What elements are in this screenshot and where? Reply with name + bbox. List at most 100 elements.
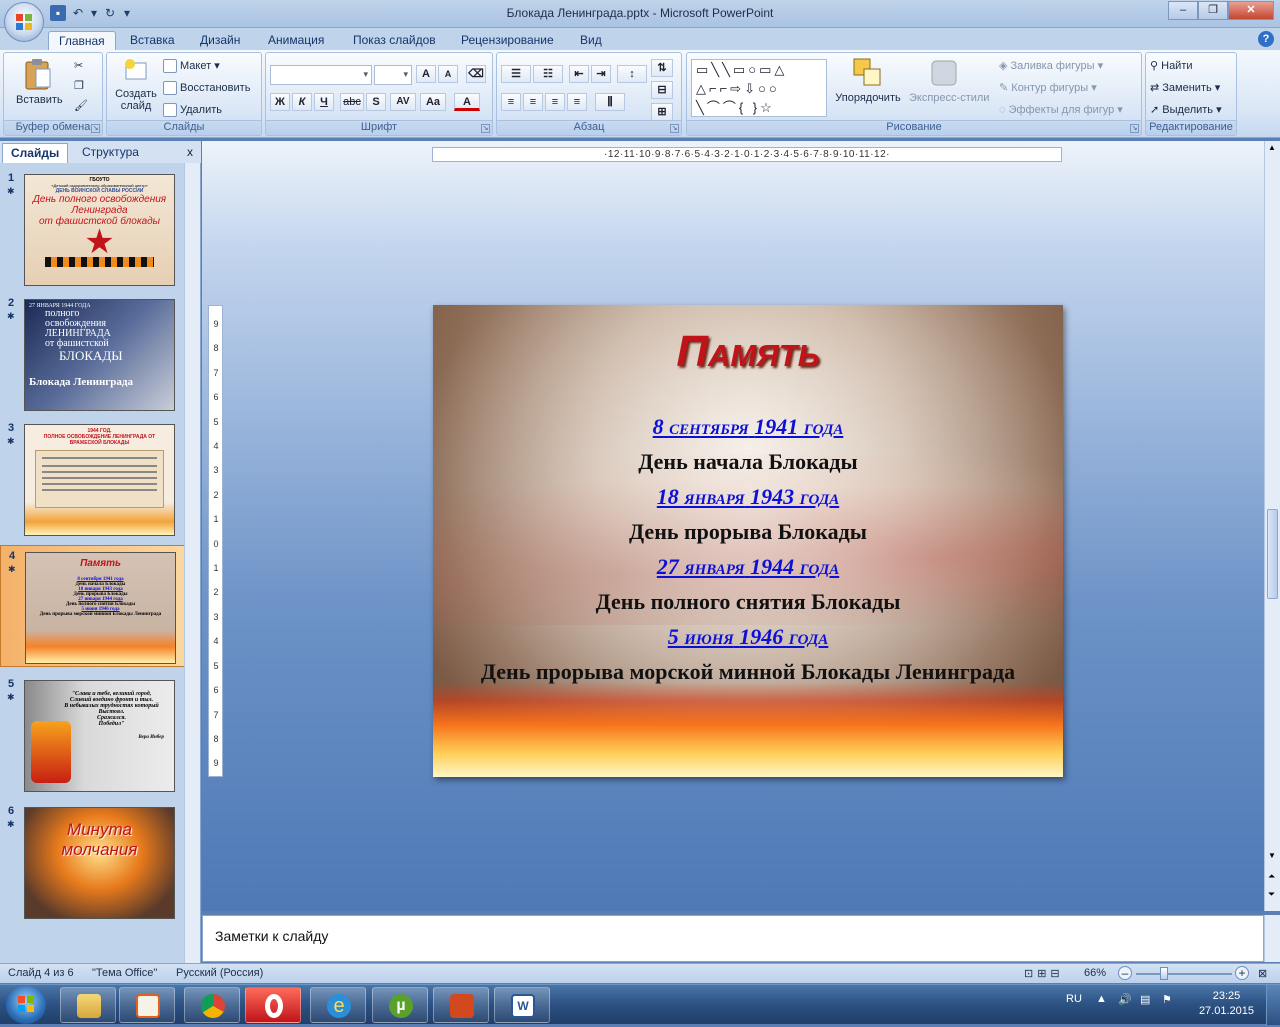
tab-slideshow[interactable]: Показ слайдов — [343, 31, 446, 50]
slide-thumbnail-row[interactable]: 5 ✱ "Слава и тебе, великий город, Слившй… — [0, 674, 185, 796]
font-size-combo[interactable]: ▾ — [374, 65, 412, 85]
align-left-button[interactable]: ≡ — [501, 93, 521, 111]
tab-view[interactable]: Вид — [570, 31, 612, 50]
slide-thumbnail-row[interactable]: 6 ✱ Минута молчания — [0, 801, 185, 923]
date-line[interactable]: 27 января 1944 года — [433, 549, 1063, 584]
clock[interactable]: 23:25 27.01.2015 — [1199, 989, 1254, 1019]
theme-name[interactable]: "Тема Office" — [92, 967, 157, 979]
notes-pane[interactable]: Заметки к слайду — [202, 915, 1264, 962]
align-center-button[interactable]: ≡ — [523, 93, 543, 111]
reset-button[interactable]: Восстановить — [163, 81, 250, 95]
action-center-icon[interactable]: ⚑ — [1162, 993, 1172, 1006]
line-spacing-button[interactable]: ↕ — [617, 65, 647, 83]
clear-format-button[interactable]: ⌫ — [466, 65, 486, 83]
network-icon[interactable]: ▤ — [1140, 993, 1150, 1006]
volume-icon[interactable]: 🔊 — [1118, 993, 1132, 1006]
cut-icon[interactable]: ✂ — [74, 59, 83, 72]
underline-button[interactable]: Ч — [314, 93, 334, 111]
justify-button[interactable]: ≡ — [567, 93, 587, 111]
tab-animation[interactable]: Анимация — [258, 31, 334, 50]
slide-thumbnail[interactable]: 27 ЯНВАРЯ 1944 ГОДА полного освобождения… — [24, 299, 175, 411]
keyboard-language[interactable]: RU — [1066, 993, 1082, 1005]
slide-thumbnail-row[interactable]: 3 ✱ 1944 ГОД. ПОЛНОЕ ОСВОБОЖДЕНИЕ ЛЕНИНГ… — [0, 418, 185, 540]
slide-thumbnail[interactable]: Память 8 сентября 1941 года День начала … — [25, 552, 176, 664]
next-slide-icon[interactable]: ⏷ — [1268, 889, 1275, 900]
date-line[interactable]: 5 июня 1946 года — [433, 619, 1063, 654]
slide-thumbnail-row[interactable]: 1 ✱ ГБОУТО «Детский оздоровительно-образ… — [0, 168, 185, 290]
slides-panel-scrollbar[interactable] — [184, 163, 200, 964]
taskbar-word[interactable]: W — [494, 987, 550, 1023]
office-button[interactable] — [4, 2, 44, 42]
close-button[interactable]: ✕ — [1228, 1, 1274, 20]
slide-body[interactable]: 8 сентября 1941 года День начала Блокады… — [433, 409, 1063, 689]
paragraph-launcher-icon[interactable]: ↘ — [670, 124, 679, 133]
select-button[interactable]: ➚ Выделить ▾ — [1150, 103, 1222, 116]
taskbar-opera[interactable] — [245, 987, 301, 1023]
help-icon[interactable]: ? — [1258, 31, 1274, 47]
align-text-icon[interactable]: ⊟ — [651, 81, 673, 99]
previous-slide-icon[interactable]: ⏶ — [1268, 871, 1275, 882]
taskbar-chrome[interactable] — [184, 987, 240, 1023]
fit-window-icon[interactable]: ⊠ — [1258, 967, 1267, 980]
zoom-slider-track[interactable] — [1136, 973, 1232, 975]
delete-slide-button[interactable]: Удалить — [163, 103, 222, 117]
find-button[interactable]: ⚲ Найти — [1150, 59, 1193, 72]
notes-placeholder[interactable]: Заметки к слайду — [215, 928, 328, 944]
scroll-down-icon[interactable]: ▼ — [1268, 851, 1276, 860]
strikethrough-button[interactable]: abc — [340, 93, 364, 111]
zoom-level[interactable]: 66% — [1084, 967, 1106, 979]
show-desktop-button[interactable] — [1266, 985, 1280, 1025]
font-color-button[interactable]: A — [454, 93, 480, 111]
show-hidden-icons[interactable]: ▲ — [1096, 993, 1107, 1005]
slide-canvas[interactable]: Память 8 сентября 1941 года День начала … — [433, 305, 1063, 777]
date-part[interactable]: 18 января — [657, 484, 745, 509]
arrange-button[interactable]: Упорядочить — [833, 57, 903, 104]
grow-font-button[interactable]: A — [416, 65, 436, 83]
slide-thumbnail[interactable]: Минута молчания — [24, 807, 175, 919]
paste-button[interactable]: Вставить — [16, 57, 63, 106]
columns-button[interactable]: ⫼ — [595, 93, 625, 111]
zoom-out-icon[interactable]: – — [1118, 966, 1132, 980]
replace-button[interactable]: ⇄ Заменить ▾ — [1150, 81, 1220, 94]
shapes-gallery[interactable]: ▭╲╲▭○▭△ △⌐⌐⇨⇩○○ ╲⌒⌒{ }☆ — [691, 59, 827, 117]
copy-icon[interactable]: ❐ — [74, 79, 84, 92]
decrease-indent-button[interactable]: ⇤ — [569, 65, 589, 83]
tab-review[interactable]: Рецензирование — [451, 31, 564, 50]
taskbar-powerpoint[interactable] — [433, 987, 489, 1023]
tab-outline[interactable]: Структура — [74, 143, 147, 163]
slide-thumbnail-row-selected[interactable]: 4 ✱ Память 8 сентября 1941 года День нач… — [0, 545, 185, 667]
language-status[interactable]: Русский (Россия) — [176, 967, 263, 979]
notes-scrollbar[interactable] — [1264, 915, 1280, 962]
editor-vertical-scrollbar[interactable]: ▲ ▼ ⏶ ⏷ — [1264, 141, 1280, 911]
zoom-in-icon[interactable]: + — [1235, 966, 1249, 980]
year-part[interactable]: 1946 года — [739, 624, 828, 649]
date-part[interactable]: 8 сентября — [653, 414, 749, 439]
font-name-combo[interactable]: ▾ — [270, 65, 372, 85]
char-spacing-button[interactable]: AV — [390, 93, 416, 111]
clipboard-launcher-icon[interactable]: ↘ — [91, 124, 100, 133]
year-part[interactable]: 1943 года — [750, 484, 839, 509]
bold-button[interactable]: Ж — [270, 93, 290, 111]
shrink-font-button[interactable]: A — [438, 65, 458, 83]
tab-home[interactable]: Главная — [48, 31, 116, 50]
view-buttons[interactable]: ⊡⊞⊟ — [1024, 967, 1064, 980]
taskbar-ie[interactable]: e — [310, 987, 366, 1023]
numbering-button[interactable]: ☷ — [533, 65, 563, 83]
quick-styles-button[interactable]: Экспресс-стили — [909, 57, 989, 104]
year-part[interactable]: 1941 года — [754, 414, 843, 439]
shape-outline-button[interactable]: ✎ Контур фигуры ▾ — [999, 81, 1097, 94]
tab-insert[interactable]: Вставка — [120, 31, 185, 50]
taskbar-explorer[interactable] — [60, 987, 116, 1023]
format-painter-icon[interactable]: 🖌 — [74, 99, 88, 112]
slide-thumbnail-row[interactable]: 2 ✱ 27 ЯНВАРЯ 1944 ГОДА полного освобожд… — [0, 293, 185, 415]
scroll-up-icon[interactable]: ▲ — [1268, 143, 1276, 152]
font-launcher-icon[interactable]: ↘ — [481, 124, 490, 133]
increase-indent-button[interactable]: ⇥ — [591, 65, 611, 83]
zoom-slider-knob[interactable] — [1160, 967, 1168, 980]
taskbar-media-player[interactable] — [119, 987, 175, 1023]
new-slide-button[interactable]: Создать слайд — [113, 57, 159, 112]
minimize-button[interactable]: – — [1168, 1, 1198, 20]
smartart-icon[interactable]: ⊞ — [651, 103, 673, 121]
slide-thumbnail[interactable]: "Слава и тебе, великий город, Слившй вое… — [24, 680, 175, 792]
date-line[interactable]: 18 января 1943 года — [433, 479, 1063, 514]
